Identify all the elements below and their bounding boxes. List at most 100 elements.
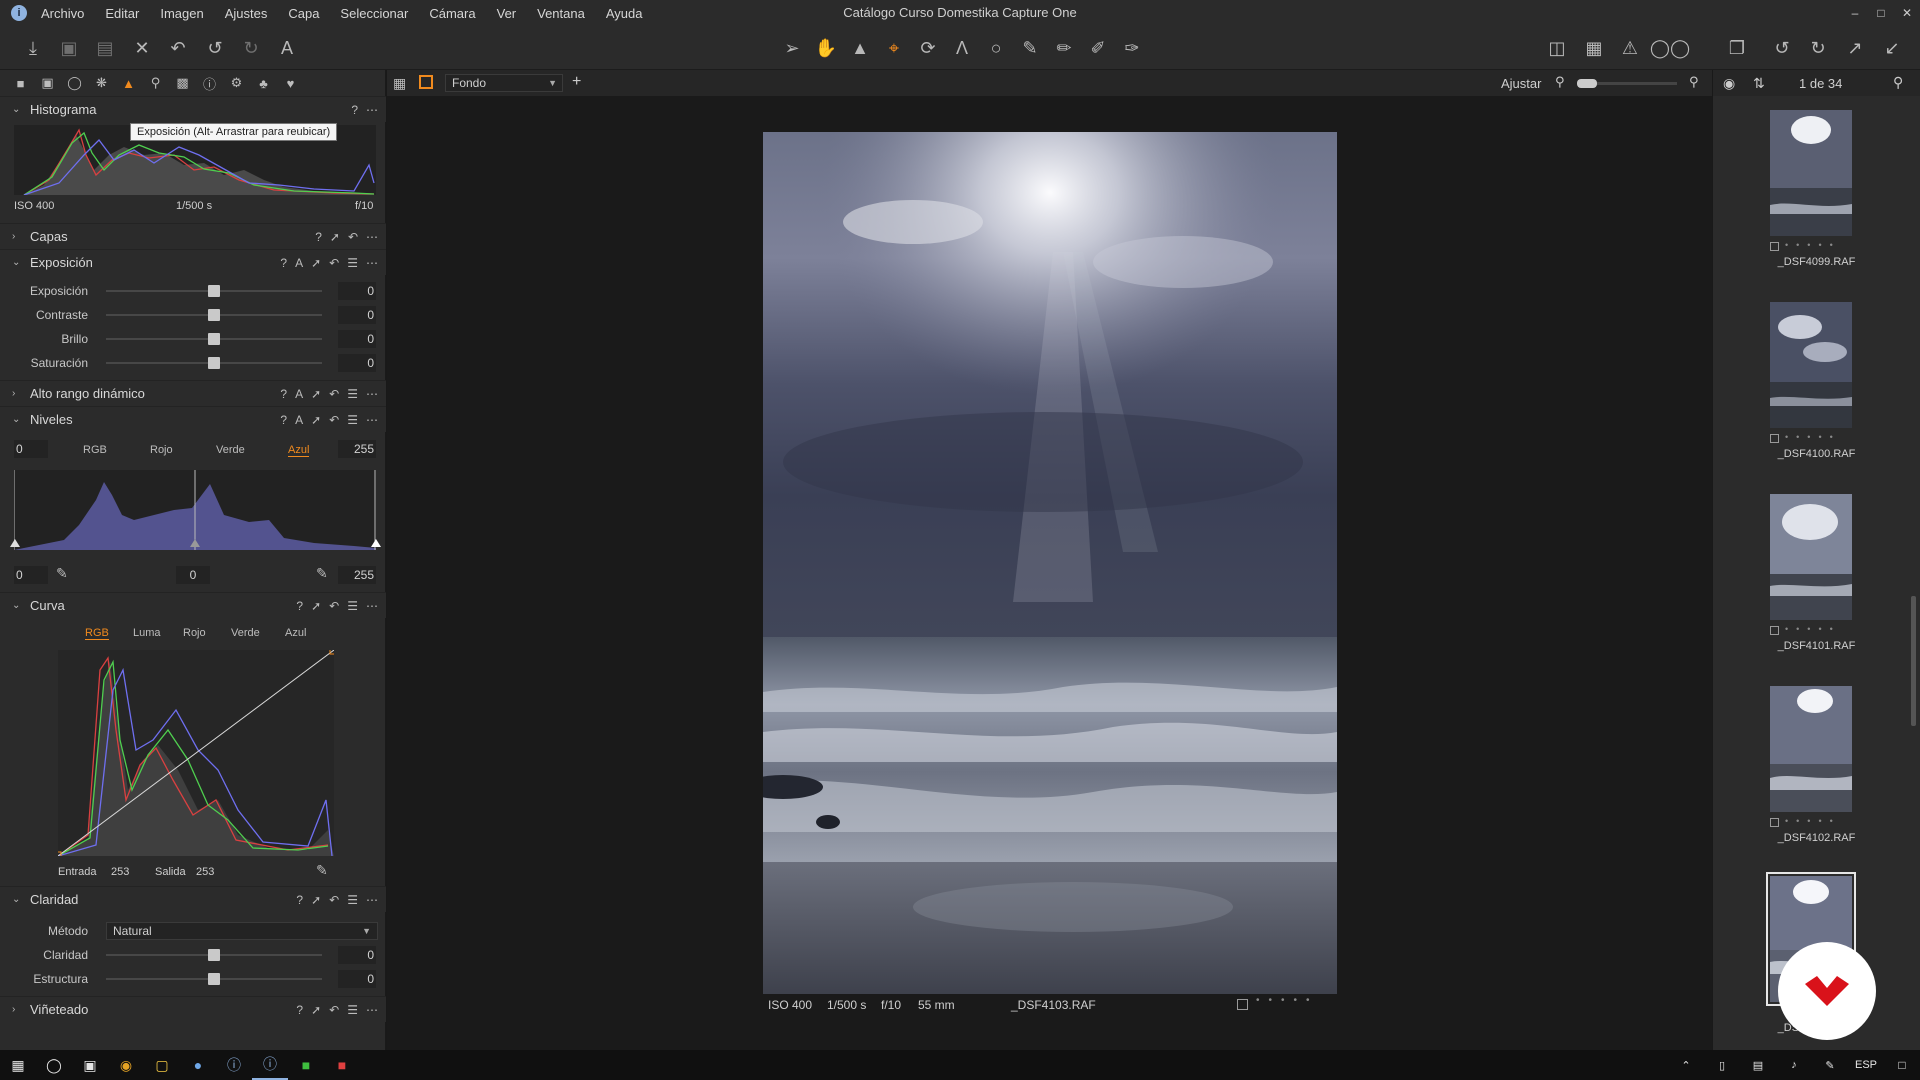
select-tool-icon[interactable]: ➢: [780, 36, 804, 60]
pen-icon[interactable]: ✎: [1812, 1050, 1848, 1080]
export-icon[interactable]: ▤: [93, 36, 117, 60]
structure-slider-knob[interactable]: [208, 973, 220, 985]
curve-input-value[interactable]: 253: [111, 866, 129, 878]
reset-icon[interactable]: ↺: [1770, 36, 1794, 60]
zoom-in-icon[interactable]: ⚲: [1689, 74, 1699, 90]
compare-icon[interactable]: ◯◯: [1650, 36, 1690, 60]
exposure-value[interactable]: 0: [338, 282, 376, 300]
zoom-slider-knob[interactable]: [1577, 79, 1597, 88]
presets-icon[interactable]: ☰: [347, 387, 358, 401]
rotate-tool-icon[interactable]: ⟳: [916, 36, 940, 60]
levels-mid-handle[interactable]: [190, 539, 200, 547]
gradient-tool-icon[interactable]: ✐: [1086, 36, 1110, 60]
notifications-icon[interactable]: □: [1884, 1050, 1920, 1080]
grid-icon[interactable]: ▦: [1582, 36, 1606, 60]
green-app-icon[interactable]: ■: [288, 1050, 324, 1080]
fit-label[interactable]: Ajustar: [1501, 76, 1541, 91]
brush-tool-icon[interactable]: ✎: [1018, 36, 1042, 60]
brightness-slider[interactable]: [106, 333, 322, 345]
help-icon[interactable]: ?: [280, 413, 287, 427]
reset-icon[interactable]: ↶: [329, 413, 339, 427]
curve-tab-luma[interactable]: Luma: [133, 627, 161, 639]
levels-output-min[interactable]: 0: [14, 566, 48, 584]
messenger-icon[interactable]: ●: [180, 1050, 216, 1080]
add-icon[interactable]: +: [572, 73, 581, 91]
viewer-rating-stars[interactable]: •••••: [1256, 995, 1319, 1006]
color-tab-icon[interactable]: ❋: [93, 75, 110, 92]
reset-icon[interactable]: ↶: [329, 256, 339, 270]
thumbnail-checkbox[interactable]: [1770, 626, 1779, 635]
auto-icon[interactable]: A: [295, 413, 303, 427]
curve-picker-icon[interactable]: ✎: [316, 862, 328, 879]
more-icon[interactable]: ⋯: [366, 893, 378, 907]
more-icon[interactable]: ⋯: [366, 413, 378, 427]
thumbnail-image[interactable]: [1770, 110, 1852, 236]
zoom-slider[interactable]: [1577, 79, 1677, 88]
thumbnail-stars[interactable]: •••••: [1785, 816, 1841, 826]
pan-tool-icon[interactable]: ✋: [814, 36, 838, 60]
levels-tab-rgb[interactable]: RGB: [83, 444, 107, 456]
presets-icon[interactable]: ☰: [347, 1003, 358, 1017]
curve-tab-azul[interactable]: Azul: [285, 627, 306, 639]
levels-tab-rojo[interactable]: Rojo: [150, 444, 173, 456]
close-icon[interactable]: ✕: [1894, 0, 1920, 26]
clarity-slider-knob[interactable]: [208, 949, 220, 961]
undo-icon[interactable]: ↺: [203, 36, 227, 60]
capture-one-active-icon[interactable]: ⓘ: [252, 1050, 288, 1080]
more-icon[interactable]: ⋯: [366, 230, 378, 244]
thumbnail-checkbox[interactable]: [1770, 242, 1779, 251]
thumbnail-image[interactable]: [1770, 686, 1852, 812]
layers-header[interactable]: › Capas ? ➚ ↶ ⋯: [0, 223, 386, 249]
levels-black-handle[interactable]: [10, 539, 20, 547]
saturation-value[interactable]: 0: [338, 354, 376, 372]
browser-scrollbar[interactable]: [1911, 596, 1916, 726]
adjustments-tab-icon[interactable]: ▩: [174, 75, 191, 92]
minimize-icon[interactable]: –: [1842, 0, 1868, 26]
structure-value[interactable]: 0: [338, 970, 376, 988]
eraser-tool-icon[interactable]: ✏: [1052, 36, 1076, 60]
tray-chevron-icon[interactable]: ⌃: [1668, 1050, 1704, 1080]
help-icon[interactable]: ?: [296, 893, 303, 907]
crop-tool-icon[interactable]: ⌖: [882, 36, 906, 60]
levels-input-max[interactable]: 255: [338, 440, 376, 458]
viewer-select-checkbox[interactable]: [1237, 999, 1248, 1010]
reset-icon[interactable]: ↶: [329, 599, 339, 613]
clarity-method-select[interactable]: Natural ▼: [106, 922, 378, 940]
copy-icon[interactable]: ➚: [311, 1003, 321, 1017]
menu-ajustes[interactable]: Ajustes: [225, 6, 268, 21]
clarity-slider[interactable]: [106, 949, 322, 961]
contrast-value[interactable]: 0: [338, 306, 376, 324]
hdr-header[interactable]: › Alto rango dinámico ? A ➚ ↶ ☰ ⋯: [0, 380, 386, 406]
copy-icon[interactable]: ➚: [311, 599, 321, 613]
capture-one-taskbar-icon[interactable]: ⓘ: [216, 1050, 252, 1080]
copy-icon[interactable]: ➚: [311, 893, 321, 907]
brightness-slider-knob[interactable]: [208, 333, 220, 345]
batch-tab-icon[interactable]: ♣: [255, 75, 272, 92]
copy-icon[interactable]: ➚: [311, 256, 321, 270]
import-icon[interactable]: ⤓: [21, 36, 45, 60]
levels-midpoint[interactable]: 0: [176, 566, 210, 584]
lens-tab-icon[interactable]: ◯: [66, 75, 83, 92]
help-icon[interactable]: ?: [296, 599, 303, 613]
menu-camara[interactable]: Cámara: [429, 6, 475, 21]
thumbnail-stars[interactable]: •••••: [1785, 240, 1841, 250]
paste-apply-icon[interactable]: ↙: [1880, 36, 1904, 60]
curve-output-value[interactable]: 253: [196, 866, 214, 878]
proof-icon[interactable]: ◫: [1545, 36, 1569, 60]
copy-icon[interactable]: ➚: [311, 387, 321, 401]
zoom-out-icon[interactable]: ⚲: [1555, 74, 1565, 90]
main-photo[interactable]: [763, 132, 1337, 994]
capture-tab-icon[interactable]: ▣: [39, 75, 56, 92]
curve-tab-verde[interactable]: Verde: [231, 627, 260, 639]
eye-icon[interactable]: ◉: [1723, 75, 1735, 92]
help-icon[interactable]: ?: [351, 103, 358, 117]
presets-icon[interactable]: ☰: [347, 893, 358, 907]
windows-start-icon[interactable]: ▦: [0, 1050, 36, 1080]
maximize-icon[interactable]: □: [1868, 0, 1894, 26]
thumbnail-image[interactable]: [1770, 302, 1852, 428]
exposure-slider-knob[interactable]: [208, 285, 220, 297]
keystone-tool-icon[interactable]: Λ: [950, 36, 974, 60]
volume-icon[interactable]: ♪: [1776, 1050, 1812, 1080]
clarity-value[interactable]: 0: [338, 946, 376, 964]
menu-editar[interactable]: Editar: [105, 6, 139, 21]
